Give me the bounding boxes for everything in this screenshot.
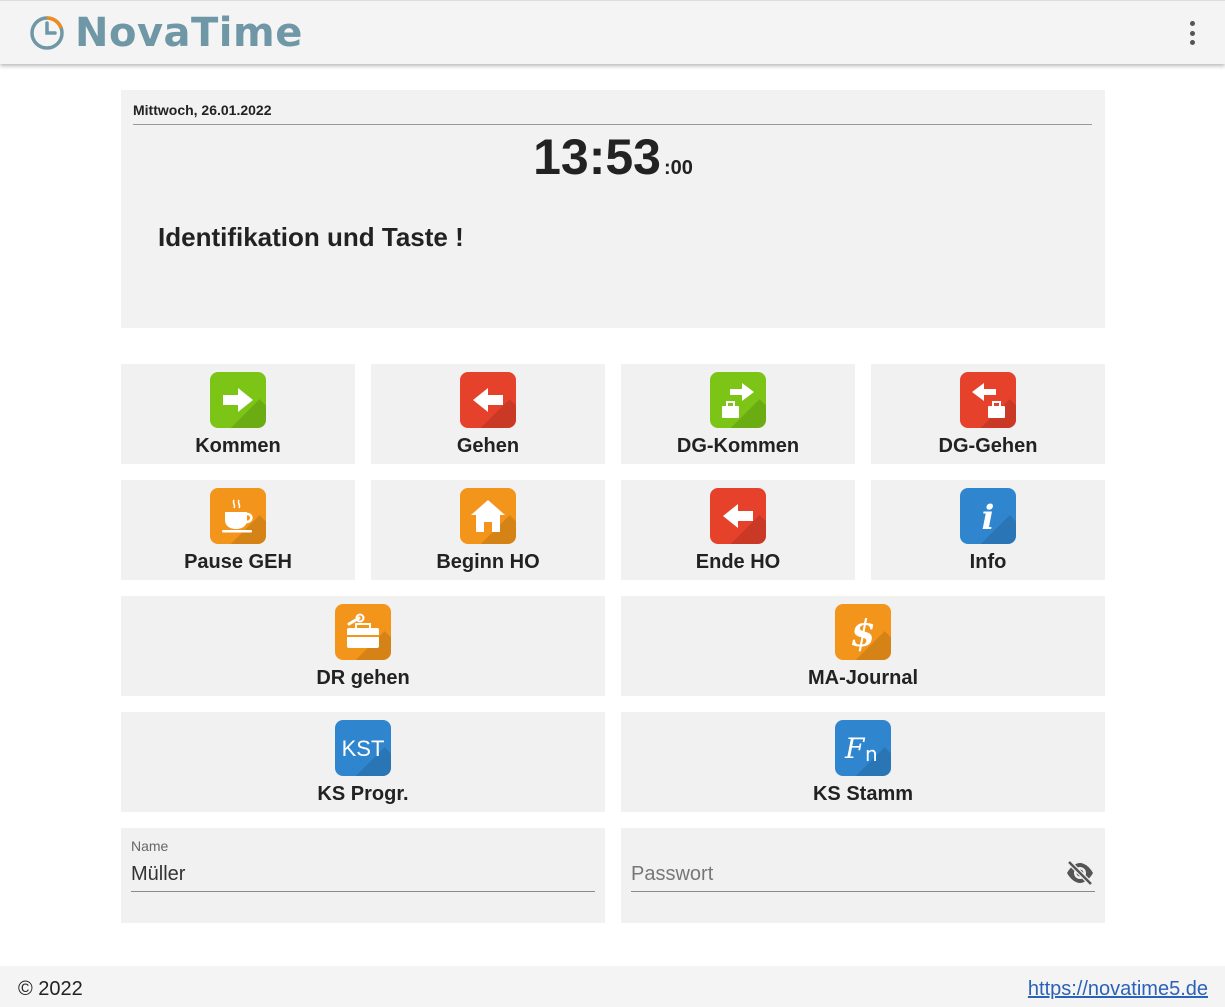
- ma-journal-button[interactable]: $ MA-Journal: [621, 596, 1105, 696]
- time-seconds: :00: [663, 157, 693, 179]
- clock-panel: Mittwoch, 26.01.2022 13:53:00 Identifika…: [121, 90, 1105, 328]
- button-label: Info: [969, 551, 1007, 573]
- footer: © 2022 https://novatime5.de: [0, 966, 1225, 1007]
- button-label: MA-Journal: [808, 667, 918, 689]
- dollar-icon: $: [835, 604, 891, 660]
- name-label: Name: [131, 838, 169, 854]
- ks-progr-button[interactable]: KST KS Progr.: [121, 712, 605, 812]
- beginn-ho-button[interactable]: Beginn HO: [371, 480, 605, 580]
- current-time: 13:53:00: [121, 128, 1105, 186]
- clock-logo-icon: [30, 15, 64, 50]
- arrow-left-icon: [710, 488, 766, 544]
- button-label: DG-Kommen: [676, 435, 800, 457]
- password-input[interactable]: [631, 858, 1095, 892]
- name-input[interactable]: [131, 858, 595, 892]
- app-title: NovaTime: [75, 9, 303, 56]
- pause-geh-button[interactable]: Pause GEH: [121, 480, 355, 580]
- dg-gehen-button[interactable]: DG-Gehen: [871, 364, 1105, 464]
- svg-text:i: i: [982, 498, 995, 535]
- kst-icon: KST: [335, 720, 391, 776]
- dr-gehen-button[interactable]: DR gehen: [121, 596, 605, 696]
- password-field: [621, 828, 1105, 923]
- time-hours-minutes: 13:53: [533, 129, 661, 185]
- button-label: KS Progr.: [317, 783, 409, 805]
- briefcase-arrow-left-icon: [960, 372, 1016, 428]
- ks-stamm-button[interactable]: Fn KS Stamm: [621, 712, 1105, 812]
- function-icon-f: F: [844, 732, 866, 765]
- dg-kommen-button[interactable]: DG-Kommen: [621, 364, 855, 464]
- gehen-button[interactable]: Gehen: [371, 364, 605, 464]
- name-field: Name: [121, 828, 605, 923]
- button-label: Gehen: [456, 435, 520, 457]
- svg-text:$: $: [850, 613, 875, 652]
- function-icon: Fn: [835, 720, 891, 776]
- function-icon-n: n: [865, 742, 878, 766]
- toolbox-icon: [335, 604, 391, 660]
- website-link[interactable]: https://novatime5.de: [1028, 978, 1208, 1001]
- arrow-right-icon: [210, 372, 266, 428]
- kst-icon-text: KST: [342, 736, 385, 761]
- button-label: Ende HO: [695, 551, 781, 573]
- coffee-cup-icon: [210, 488, 266, 544]
- button-label: Kommen: [195, 435, 281, 457]
- status-message: Identifikation und Taste !: [158, 222, 464, 252]
- button-label: Pause GEH: [184, 551, 292, 573]
- button-label: DR gehen: [316, 667, 410, 689]
- home-icon: [460, 488, 516, 544]
- button-label: Beginn HO: [436, 551, 540, 573]
- app-bar: NovaTime: [0, 0, 1225, 64]
- info-button[interactable]: i Info: [871, 480, 1105, 580]
- copyright: © 2022: [18, 978, 83, 1000]
- logo: NovaTime: [28, 10, 303, 56]
- button-label: DG-Gehen: [938, 435, 1038, 457]
- briefcase-arrow-right-icon: [710, 372, 766, 428]
- current-date: Mittwoch, 26.01.2022: [133, 102, 1092, 125]
- visibility-off-icon[interactable]: [1065, 858, 1095, 888]
- info-icon: i: [960, 488, 1016, 544]
- button-label: KS Stamm: [812, 783, 914, 805]
- kommen-button[interactable]: Kommen: [121, 364, 355, 464]
- arrow-left-icon: [460, 372, 516, 428]
- ende-ho-button[interactable]: Ende HO: [621, 480, 855, 580]
- more-menu-icon[interactable]: [1181, 21, 1203, 45]
